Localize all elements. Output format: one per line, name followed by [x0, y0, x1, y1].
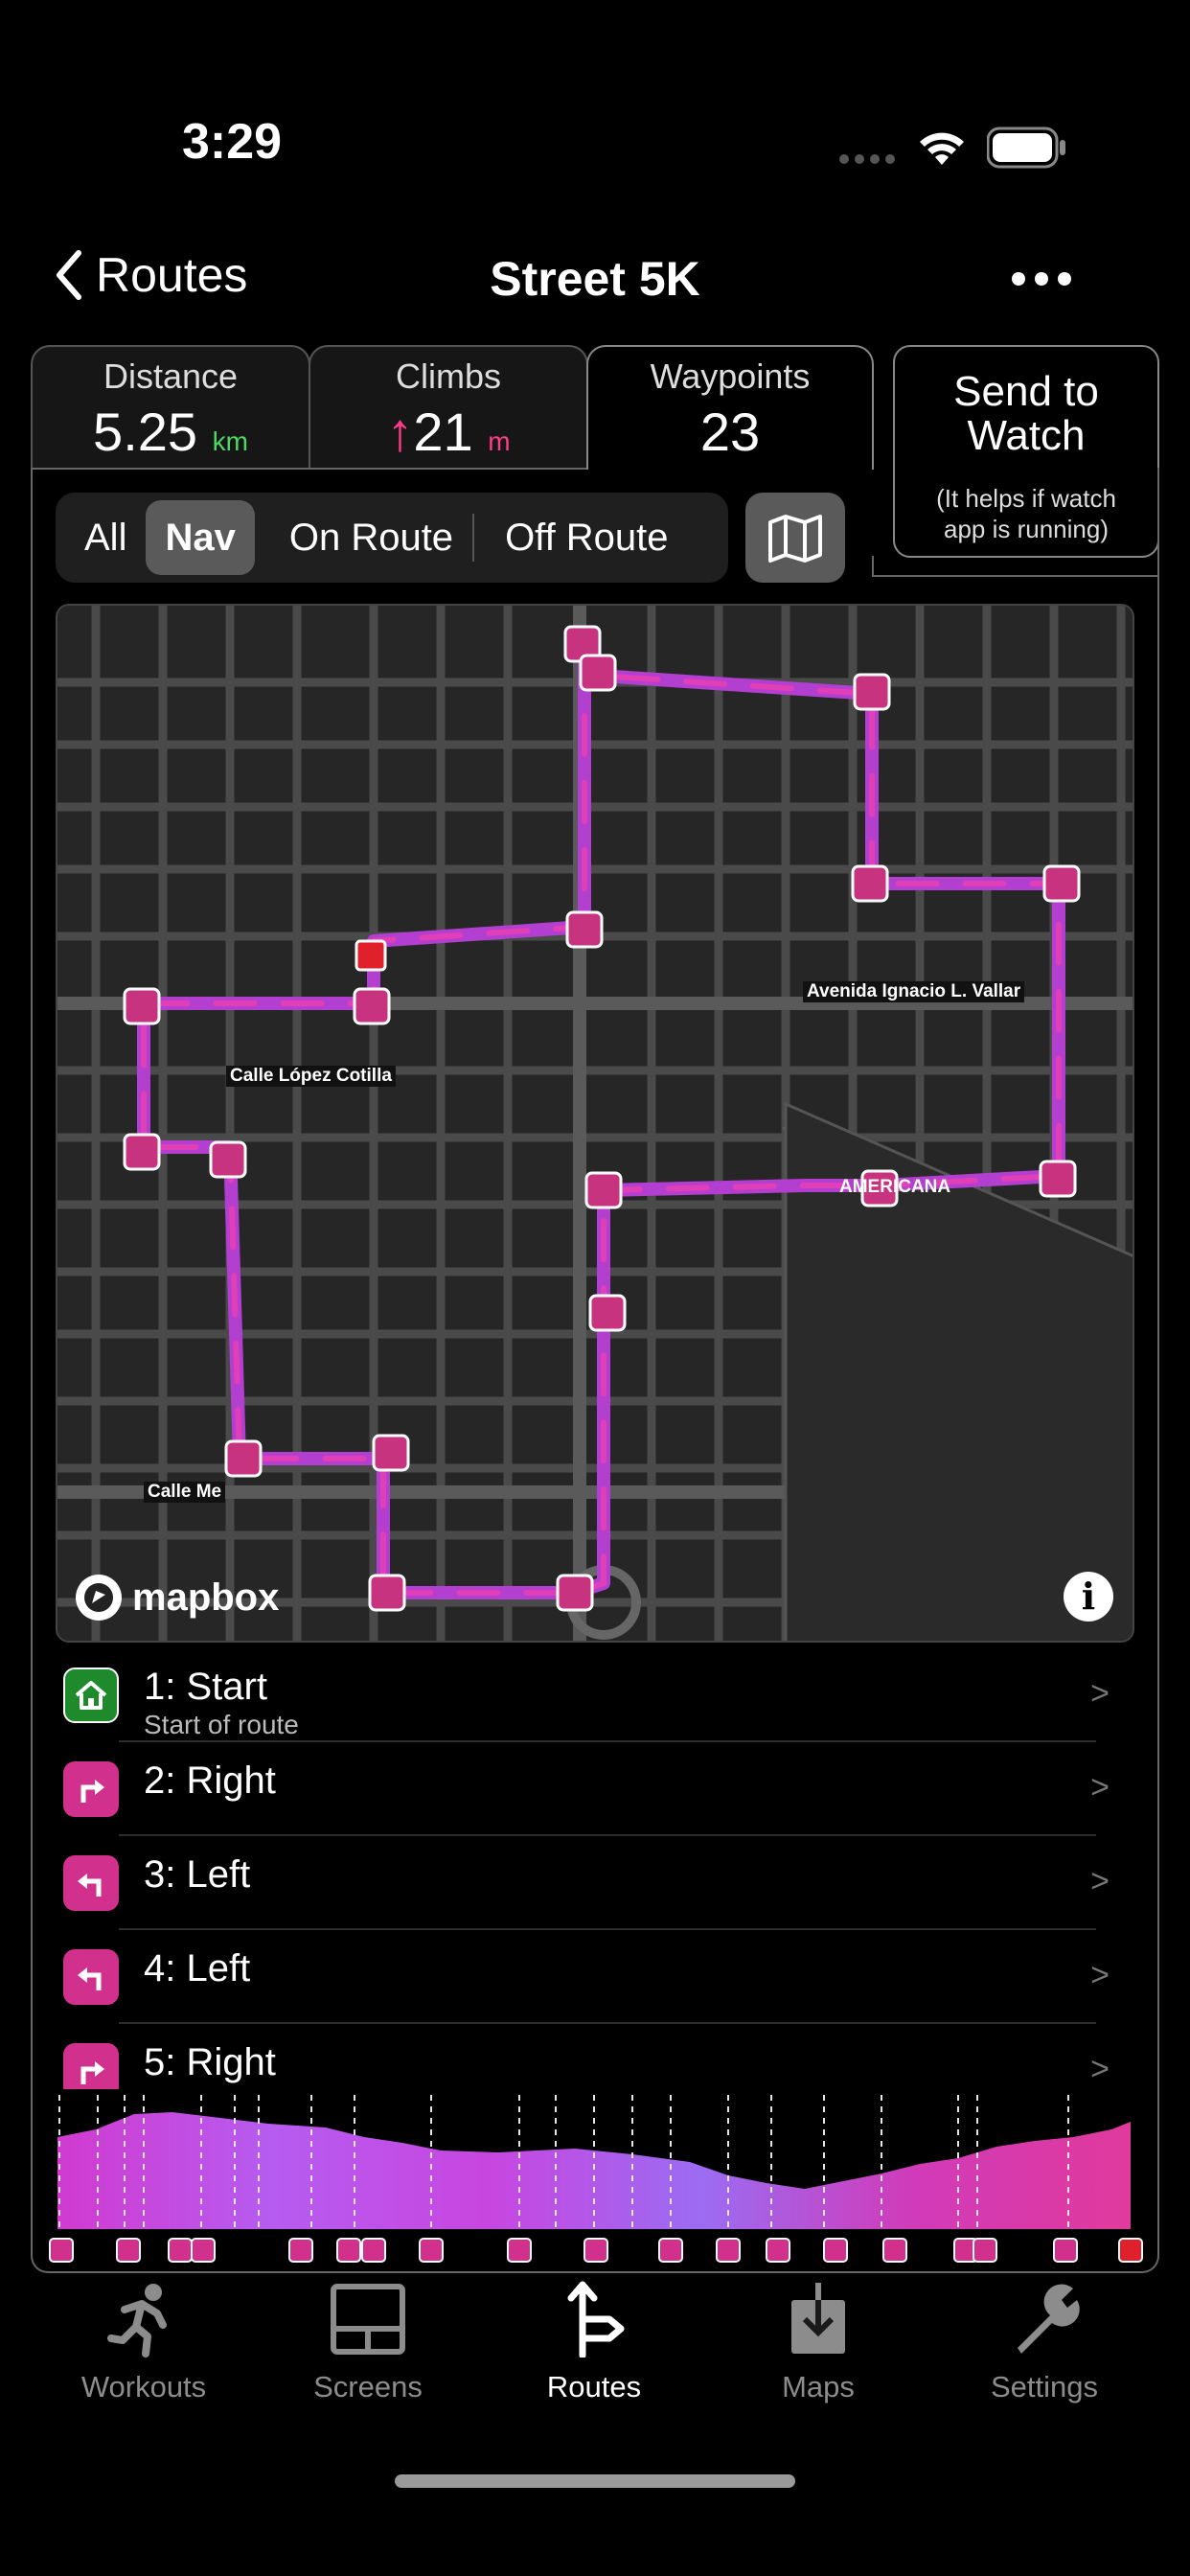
- mapbox-icon: [76, 1575, 122, 1621]
- tab-distance[interactable]: Distance 5.25 km: [31, 345, 310, 470]
- tab-screens[interactable]: Screens: [272, 2281, 464, 2404]
- waypoint-title: 4: Left: [144, 1947, 251, 1990]
- map-info-button[interactable]: i: [1064, 1572, 1113, 1622]
- elevation-profile[interactable]: [38, 2095, 1150, 2267]
- chevron-right-icon: >: [1090, 1769, 1110, 1806]
- map-icon: [768, 515, 822, 563]
- runner-icon: [107, 2284, 167, 2358]
- list-item[interactable]: 4: Left >: [56, 1930, 1134, 2024]
- chevron-right-icon: >: [1090, 2051, 1110, 2087]
- waypoint-subtitle: Start of route: [144, 1710, 299, 1739]
- download-icon: [791, 2283, 845, 2354]
- screens-icon: [331, 2284, 405, 2355]
- route-map[interactable]: Avenida Ignacio L. Vallar Calle López Co…: [56, 604, 1134, 1643]
- climbs-unit: m: [488, 426, 511, 456]
- chevron-right-icon: >: [1090, 1863, 1110, 1899]
- tab-climbs[interactable]: Climbs ↑21 m: [309, 345, 588, 470]
- list-item[interactable]: 3: Left >: [56, 1836, 1134, 1930]
- waypoint-title: 1: Start: [144, 1666, 267, 1708]
- turn-left-icon: [63, 1949, 119, 2005]
- tab-label: Workouts: [80, 2370, 207, 2404]
- map-area-label: AMERICANA: [839, 1177, 951, 1197]
- cellular-signal-icon: [839, 151, 901, 164]
- more-options-button[interactable]: [1012, 272, 1071, 286]
- turn-right-icon: [63, 2043, 119, 2089]
- list-item[interactable]: 1: Start Start of route >: [56, 1648, 1134, 1742]
- distance-label: Distance: [103, 356, 239, 396]
- map-street-label: Avenida Ignacio L. Vallar: [803, 981, 1025, 1002]
- tab-routes[interactable]: Routes: [498, 2281, 690, 2404]
- panel-border: [872, 556, 874, 577]
- map-toggle-button[interactable]: [745, 493, 845, 583]
- route-sign-icon: [567, 2281, 625, 2359]
- home-icon: [63, 1668, 119, 1723]
- waypoint-title: 5: Right: [144, 2041, 276, 2083]
- tab-maps[interactable]: Maps: [722, 2281, 914, 2404]
- filter-nav[interactable]: Nav: [146, 500, 255, 575]
- list-item[interactable]: 2: Right >: [56, 1742, 1134, 1836]
- tab-waypoints[interactable]: Waypoints 23: [586, 345, 874, 470]
- tab-label: Routes: [546, 2370, 642, 2404]
- filter-all[interactable]: All: [65, 500, 146, 575]
- mapbox-logo: mapbox: [73, 1572, 279, 1623]
- waypoints-label: Waypoints: [650, 356, 811, 396]
- send-title-2: Watch: [967, 412, 1086, 459]
- tab-settings[interactable]: Settings: [949, 2281, 1140, 2404]
- waypoint-title: 2: Right: [144, 1760, 276, 1802]
- distance-value: 5.25: [93, 402, 198, 462]
- turn-left-icon: [63, 1855, 119, 1911]
- filter-on-route[interactable]: On Route: [270, 500, 472, 575]
- map-street-label: Calle Me: [144, 1482, 226, 1503]
- tab-label: Maps: [782, 2370, 855, 2404]
- chevron-right-icon: >: [1090, 1675, 1110, 1712]
- turn-right-icon: [63, 1761, 119, 1817]
- wrench-icon: [1018, 2284, 1080, 2354]
- waypoint-filter: All Nav On Route Off Route: [56, 493, 728, 583]
- waypoints-value: 23: [699, 402, 761, 462]
- status-time: 3:29: [182, 114, 283, 170]
- panel-border: [874, 575, 1159, 577]
- panel-border: [31, 468, 586, 470]
- climbs-label: Climbs: [395, 356, 501, 396]
- chevron-right-icon: >: [1090, 1957, 1110, 1993]
- waypoint-list: 1: Start Start of route > 2: Right > 3: …: [56, 1648, 1134, 2089]
- climbs-value: 21: [413, 402, 473, 462]
- tab-label: Screens: [313, 2370, 423, 2404]
- list-item[interactable]: 5: Right >: [56, 2024, 1134, 2089]
- climb-arrow-icon: ↑: [386, 402, 414, 462]
- tab-label: Settings: [990, 2370, 1098, 2404]
- wifi-icon: [920, 132, 964, 165]
- segment-divider: [472, 514, 475, 562]
- home-indicator[interactable]: [395, 2474, 795, 2488]
- waypoint-title: 3: Left: [144, 1853, 251, 1896]
- tab-workouts[interactable]: Workouts: [48, 2281, 240, 2404]
- distance-unit: km: [212, 426, 248, 456]
- filter-off-route[interactable]: Off Route: [486, 500, 687, 575]
- map-street-label: Calle López Cotilla: [226, 1066, 396, 1087]
- mapbox-wordmark: mapbox: [132, 1576, 280, 1619]
- send-title-1: Send to: [953, 368, 1099, 415]
- tab-bar: Workouts Screens Routes Maps Settings: [0, 2281, 1190, 2415]
- battery-icon: [987, 126, 1065, 169]
